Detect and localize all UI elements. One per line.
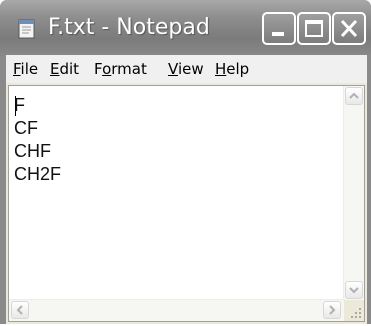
menu-edit-label: dit [59,60,80,78]
scroll-left-button[interactable] [11,301,29,319]
horizontal-scrollbar[interactable] [9,299,345,321]
close-icon [340,19,358,38]
menu-bar: File Edit Format View Help [6,55,367,83]
close-button[interactable] [332,12,366,45]
menu-view[interactable]: View [166,58,206,80]
menu-format[interactable]: Format [92,58,149,80]
scroll-left-icon [16,305,23,315]
scroll-right-icon [329,305,336,315]
vertical-scrollbar[interactable] [343,86,364,300]
scroll-up-button[interactable] [345,87,363,105]
text-line: CH2F [14,164,62,184]
scroll-down-icon [349,287,359,294]
scroll-down-button[interactable] [345,281,363,299]
text-line: CF [14,118,38,138]
title-bar[interactable]: F.txt - Notepad [0,0,371,55]
resize-grip[interactable] [344,300,364,321]
scroll-up-icon [349,92,359,99]
text-line: CHF [14,141,51,161]
menu-edit[interactable]: Edit [48,58,81,80]
notepad-window: F.txt - Notepad File Edit Format View He [0,0,371,324]
window-title: F.txt - Notepad [48,15,210,40]
menu-format-mnemonic: o [102,60,112,78]
maximize-icon [305,20,323,37]
maximize-button[interactable] [297,12,331,45]
minimize-button[interactable] [262,12,296,45]
menu-file-label: ile [20,60,39,78]
window-client-area: File Edit Format View Help F CF CHF CH2F [6,55,367,324]
menu-file-mnemonic: F [13,60,21,78]
menu-file[interactable]: File [11,58,40,80]
menu-view-label: iew [177,60,204,78]
menu-help[interactable]: Help [213,58,251,80]
scroll-right-button[interactable] [323,301,341,319]
text-editor[interactable]: F CF CHF CH2F [8,85,365,322]
menu-format-prefix: F [94,60,103,78]
menu-view-mnemonic: V [168,60,178,78]
text-area[interactable]: F CF CHF CH2F [9,86,345,300]
resize-grip-icon [351,308,361,318]
menu-format-label: rmat [111,60,147,78]
text-line: F [14,95,25,115]
menu-help-label: elp [226,60,250,78]
notepad-icon[interactable] [16,18,38,40]
minimize-icon [272,32,284,36]
menu-help-mnemonic: H [215,60,227,78]
